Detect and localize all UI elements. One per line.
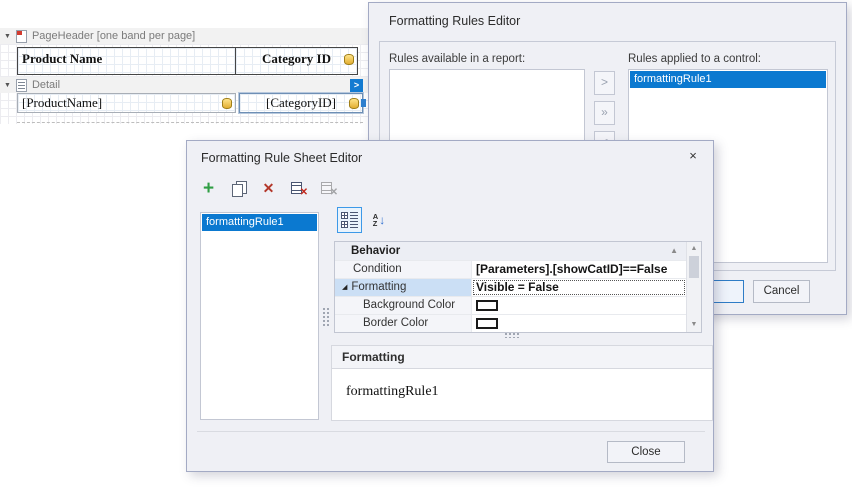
header-cell-product-name[interactable]: Product Name [17, 47, 236, 75]
expand-icon[interactable]: ◢ [342, 279, 347, 296]
selection-handle[interactable] [361, 99, 366, 107]
property-label: Condition [335, 261, 472, 278]
categorized-icon [341, 212, 358, 228]
property-label: ◢ Formatting [335, 279, 472, 296]
property-label: Border Color [335, 315, 472, 332]
horizontal-splitter-handle[interactable] [504, 332, 521, 338]
applied-rules-label: Rules applied to a control: [628, 53, 761, 65]
formatting-preview-header: Formatting [331, 345, 713, 369]
pageheader-band-icon [16, 30, 27, 43]
header-cell-product-label: Product Name [22, 51, 102, 66]
rules-listbox[interactable]: formattingRule1 [200, 212, 319, 420]
formatting-preview-text: formattingRule1 [332, 369, 712, 400]
sort-alphabetical-button[interactable]: AZ ↓ [368, 209, 390, 231]
data-binding-icon [349, 98, 359, 109]
app-window: ▼ PageHeader [one band per page] Product… [0, 0, 852, 488]
close-button[interactable]: Close [607, 441, 685, 463]
down-arrow-icon: ↓ [379, 214, 385, 226]
move-right-button[interactable]: > [594, 71, 615, 95]
band-collapse-icon[interactable]: ▼ [4, 33, 11, 40]
scroll-down-icon[interactable]: ▼ [687, 319, 701, 331]
rule-sheet-remove-disabled-icon: ✕ [321, 181, 336, 196]
property-label: Background Color [335, 297, 472, 314]
property-value[interactable]: Visible = False [472, 279, 686, 296]
property-category-behavior[interactable]: Behavior ▲ [335, 242, 686, 260]
az-icon: AZ [373, 213, 378, 227]
property-grid-scrollbar[interactable]: ▲ ▼ [686, 242, 701, 332]
categorized-view-button[interactable] [337, 207, 362, 233]
move-all-right-button[interactable]: » [594, 101, 615, 125]
property-row-border-color[interactable]: Border Color [335, 314, 686, 332]
property-value[interactable] [472, 297, 686, 314]
color-swatch[interactable] [476, 318, 498, 329]
smart-tag-button[interactable]: > [350, 79, 363, 92]
header-cell-category-id[interactable]: Category ID [235, 47, 358, 75]
property-row-condition[interactable]: Condition [Parameters].[showCatID]==Fals… [335, 260, 686, 278]
band-pageheader[interactable]: ▼ PageHeader [one band per page] [0, 28, 368, 44]
vertical-splitter-handle[interactable] [322, 307, 329, 326]
data-binding-icon [222, 98, 232, 109]
detail-cell-category-label: [CategoryID] [266, 95, 336, 110]
detail-band-icon [16, 79, 27, 92]
rule-sheet-remove-icon: ✕ [291, 181, 306, 196]
delete-x-icon: ✕ [263, 180, 275, 197]
available-rules-label: Rules available in a report: [389, 53, 525, 65]
remove-rule-from-sheet-button[interactable]: ✕ [287, 177, 310, 200]
page-margin-dashed-line [17, 122, 363, 123]
color-swatch[interactable] [476, 300, 498, 311]
plus-icon: + [203, 179, 214, 198]
rule-toolbar: + ✕ ✕ ✕ [197, 177, 340, 204]
scroll-up-icon[interactable]: ▲ [687, 243, 701, 255]
band-collapse-icon[interactable]: ▼ [4, 82, 11, 89]
detail-cell-product-label: [ProductName] [22, 95, 102, 110]
delete-rule-button[interactable]: ✕ [257, 177, 280, 200]
list-item[interactable]: formattingRule1 [202, 214, 317, 231]
dialog-title: Formatting Rule Sheet Editor [201, 151, 362, 165]
data-binding-icon [344, 54, 354, 65]
property-grid: Behavior ▲ Condition [Parameters].[showC… [334, 241, 702, 333]
property-value[interactable]: [Parameters].[showCatID]==False [472, 261, 686, 278]
copy-rule-button[interactable] [227, 177, 250, 200]
dialog-title: Formatting Rules Editor [389, 14, 520, 28]
list-item[interactable]: formattingRule1 [630, 71, 826, 88]
close-icon[interactable]: × [685, 148, 701, 164]
collapse-icon[interactable]: ▲ [670, 247, 678, 255]
property-label-text: Formatting [351, 279, 406, 296]
header-cell-category-label: Category ID [262, 51, 331, 66]
property-value[interactable] [472, 315, 686, 332]
property-row-formatting[interactable]: ◢ Formatting Visible = False [335, 278, 686, 296]
band-detail[interactable]: ▼ Detail [0, 77, 368, 93]
add-rule-button[interactable]: + [197, 177, 220, 200]
cancel-button[interactable]: Cancel [753, 280, 810, 303]
detail-cell-category-id-selected[interactable]: [CategoryID] [239, 93, 363, 113]
copy-icon [232, 181, 246, 196]
footer-separator [197, 431, 705, 432]
category-label: Behavior [351, 245, 400, 257]
property-row-background-color[interactable]: Background Color [335, 296, 686, 314]
formatting-preview-panel: formattingRule1 [331, 369, 713, 421]
scrollbar-thumb[interactable] [689, 256, 699, 278]
band-pageheader-label: PageHeader [one band per page] [32, 30, 195, 42]
formatting-rule-sheet-editor-dialog: Formatting Rule Sheet Editor × + ✕ ✕ ✕ f… [186, 140, 714, 472]
band-detail-label: Detail [32, 79, 60, 91]
remove-rule-from-sheet-disabled-button: ✕ [317, 177, 340, 200]
detail-cell-product-name[interactable]: [ProductName] [17, 93, 236, 113]
